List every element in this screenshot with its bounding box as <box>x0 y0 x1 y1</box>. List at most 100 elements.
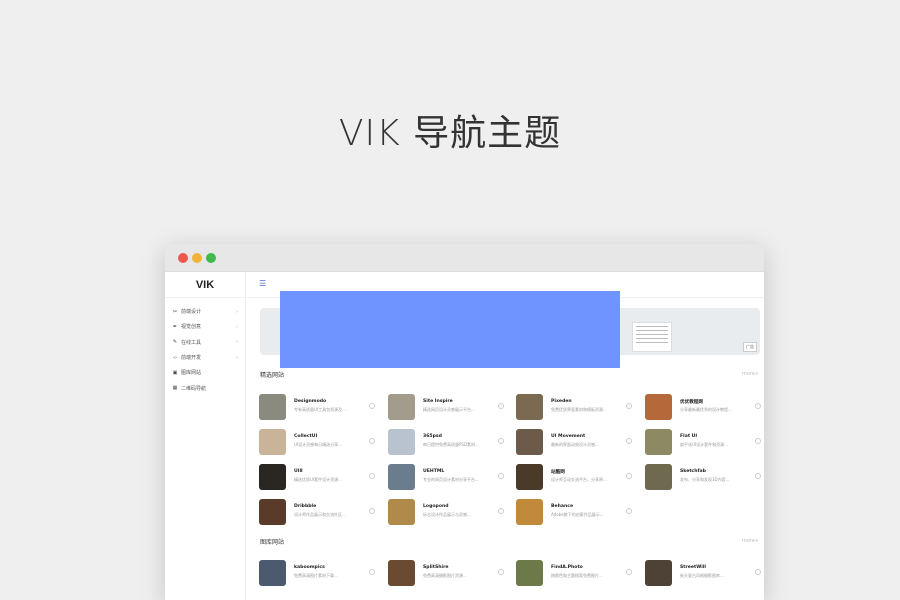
site-thumbnail <box>388 394 415 420</box>
site-name: 优优教程网 <box>680 400 703 405</box>
site-description: 设计师互动交流平台，分享原... <box>551 477 607 482</box>
sidebar: VIK ✂ 前端设计 › ✒ 视觉创意 › ✎ 在线工具 › ‹› 前端开发 › ▣ 图库网站 ▦ 二维码导航 <box>165 272 246 600</box>
site-card[interactable]: UI8 精选优质UI套件设计资源... <box>259 464 379 490</box>
sidebar-item-label: 图库网站 <box>181 370 202 377</box>
sidebar-item[interactable]: ✒ 视觉创意 › <box>165 319 245 334</box>
site-name: UI8 <box>294 469 303 474</box>
site-description: UI设计灵感每日精选分享... <box>294 442 342 447</box>
info-icon[interactable] <box>369 438 375 444</box>
site-card[interactable]: UEHTML 专业的网页设计素材分享平台... <box>388 464 508 490</box>
sidebar-item-label: 在线工具 <box>181 339 202 346</box>
info-icon[interactable] <box>498 438 504 444</box>
site-name: Site Inspire <box>423 399 453 404</box>
info-icon[interactable] <box>498 403 504 409</box>
site-card[interactable]: StreetWill 街头复古风格摄影图库... <box>645 560 764 586</box>
site-card[interactable]: Dribbble 设计师作品展示和交流社区... <box>259 499 379 525</box>
info-icon[interactable] <box>369 508 375 514</box>
sidebar-item[interactable]: ▦ 二维码导航 <box>165 380 245 395</box>
site-card[interactable]: FindA.Photo 按颜色和主题搜索免费图片... <box>516 560 636 586</box>
site-name: CollectUI <box>294 434 318 439</box>
site-name: UEHTML <box>423 469 445 474</box>
site-card[interactable]: Flat UI 扁平化UI设计套件和资源... <box>645 429 764 455</box>
sidebar-item[interactable]: ✂ 前端设计 › <box>165 304 245 319</box>
code-icon: ‹› <box>173 354 177 361</box>
more-link-gallery[interactable]: more+ <box>742 538 759 544</box>
info-icon[interactable] <box>498 569 504 575</box>
site-card[interactable]: CollectUI UI设计灵感每日精选分享... <box>259 429 379 455</box>
site-name: FindA.Photo <box>551 565 583 570</box>
site-card[interactable]: 优优教程网 分享最新最优秀的设计教程... <box>645 394 764 420</box>
site-card[interactable]: kaboompics 免费高清图片素材下载... <box>259 560 379 586</box>
site-card[interactable]: Sketchfab 发布、分享和发现3D内容... <box>645 464 764 490</box>
site-card[interactable]: 365psd 每日提供免费高质量PSD素材... <box>388 429 508 455</box>
site-card[interactable]: Site Inspire 精选网页设计灵感展示平台... <box>388 394 508 420</box>
site-name: StreetWill <box>680 565 706 570</box>
site-thumbnail <box>388 560 415 586</box>
info-icon[interactable] <box>626 569 632 575</box>
site-card[interactable]: 站酷网设计师互动交流平台，分享原... <box>516 464 636 490</box>
info-icon[interactable] <box>755 473 761 479</box>
close-window-button[interactable] <box>178 253 188 263</box>
overlay-block <box>280 291 620 368</box>
site-card[interactable]: Behance Adobe旗下的创意作品展示... <box>516 499 636 525</box>
site-thumbnail <box>516 394 543 420</box>
sidebar-item-label: 二维码导航 <box>181 385 207 392</box>
site-thumbnail <box>516 464 543 490</box>
site-name: Designmodo <box>294 399 327 404</box>
site-description: 精选优质UI套件设计资源... <box>294 477 342 482</box>
window-titlebar <box>165 244 764 272</box>
pen-nib-icon: ✒ <box>172 323 178 330</box>
site-thumbnail <box>645 560 672 586</box>
site-card[interactable]: UI Movement 最新的界面动效设计灵感... <box>516 429 636 455</box>
site-description: 设计师作品展示和交流社区... <box>294 512 346 517</box>
section-title-featured: 精选网站 <box>260 372 285 379</box>
sidebar-item-label: 视觉创意 <box>181 324 202 331</box>
site-description: 精选网页设计灵感展示平台... <box>423 407 475 412</box>
info-icon[interactable] <box>755 403 761 409</box>
site-description: 专有高质量UI工具包资源及... <box>294 407 346 412</box>
site-description: 免费高清图片素材下载... <box>294 573 338 578</box>
sidebar-item[interactable]: ▣ 图库网站 <box>165 365 245 380</box>
site-thumbnail <box>259 394 286 420</box>
site-name: Pixeden <box>551 399 572 404</box>
site-thumbnail <box>516 560 543 586</box>
info-icon[interactable] <box>626 508 632 514</box>
site-name: 365psd <box>423 434 442 439</box>
site-description: 街头复古风格摄影图库... <box>680 573 724 578</box>
site-thumbnail <box>259 560 286 586</box>
site-name: UI Movement <box>551 434 586 439</box>
minimize-window-button[interactable] <box>192 253 202 263</box>
info-icon[interactable] <box>369 403 375 409</box>
site-card[interactable]: Logopond 标志设计作品展示与灵感... <box>388 499 508 525</box>
site-card[interactable]: Designmodo 专有高质量UI工具包资源及... <box>259 394 379 420</box>
info-icon[interactable] <box>498 473 504 479</box>
site-card[interactable]: SplitShire 免费高清摄影图片资源... <box>388 560 508 586</box>
site-thumbnail <box>516 429 543 455</box>
site-name: 站酷网 <box>551 470 565 475</box>
info-icon[interactable] <box>369 569 375 575</box>
maximize-window-button[interactable] <box>206 253 216 263</box>
sidebar-item[interactable]: ✎ 在线工具 › <box>165 335 245 350</box>
info-icon[interactable] <box>498 508 504 514</box>
more-link-featured[interactable]: more+ <box>742 371 759 377</box>
info-icon[interactable] <box>369 473 375 479</box>
info-icon[interactable] <box>755 569 761 575</box>
section-title-gallery: 图库网站 <box>260 539 285 546</box>
hamburger-menu-icon[interactable]: ☰ <box>259 280 266 288</box>
site-thumbnail <box>259 429 286 455</box>
site-name: Behance <box>551 504 574 509</box>
info-icon[interactable] <box>626 473 632 479</box>
site-description: 扁平化UI设计套件和资源... <box>680 442 728 447</box>
info-icon[interactable] <box>626 438 632 444</box>
site-name: Flat UI <box>680 434 698 439</box>
site-card[interactable]: Pixeden 免费优质界面素材和模板资源... <box>516 394 636 420</box>
image-icon: ▣ <box>172 369 178 376</box>
sidebar-item[interactable]: ‹› 前端开发 › <box>165 350 245 365</box>
ad-tag: 广告 <box>743 342 757 352</box>
info-icon[interactable] <box>755 438 761 444</box>
site-logo[interactable]: VIK <box>165 272 245 298</box>
hero-title: VIK 导航主题 <box>338 113 562 154</box>
info-icon[interactable] <box>626 403 632 409</box>
site-thumbnail <box>388 429 415 455</box>
chevron-right-icon: › <box>236 354 238 361</box>
